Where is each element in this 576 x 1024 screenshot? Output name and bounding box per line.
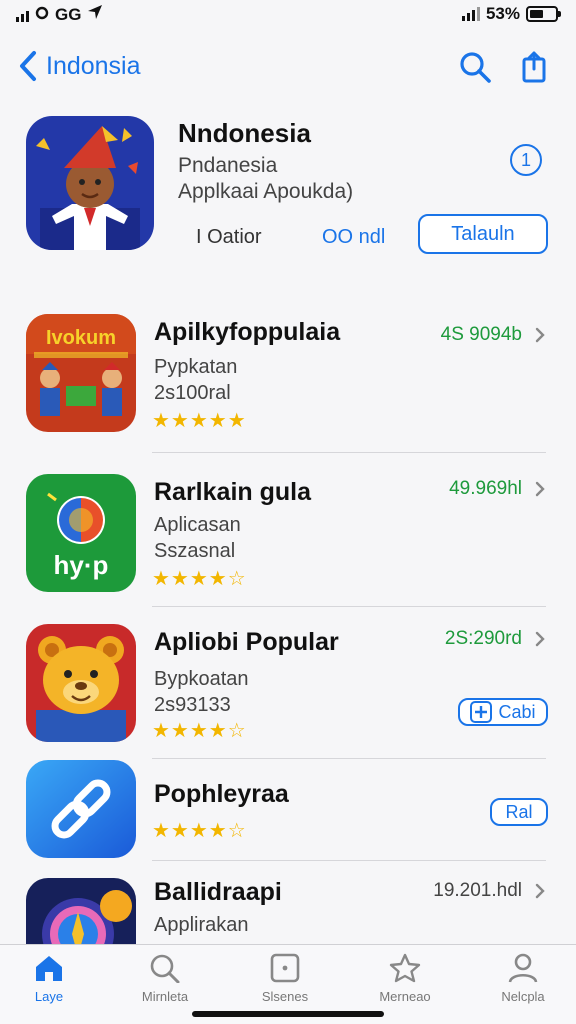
- app-rating-stars: ★★★★☆: [152, 720, 247, 742]
- compass-app-icon[interactable]: [26, 878, 136, 944]
- app-price: 19.201.hdl: [433, 880, 522, 901]
- tab-label: Merneao: [379, 989, 431, 1004]
- home-icon: [36, 956, 62, 981]
- get-button[interactable]: Talauln: [418, 214, 548, 254]
- cellular-icon: [461, 7, 480, 21]
- featured-app-title: Nndonesia: [178, 118, 311, 148]
- wifi-icon: [35, 5, 49, 25]
- list-item[interactable]: hy·p Rarlkain gula Aplicasan Sszasnal ★★…: [0, 474, 576, 624]
- search-icon: [150, 954, 180, 983]
- person-icon: [508, 953, 538, 983]
- featured-app-icon[interactable]: [26, 116, 154, 250]
- ivokum-logo-text: Ivokum: [46, 327, 116, 349]
- divider: [152, 606, 546, 607]
- app-name: Pophleyraa: [154, 780, 289, 808]
- location-icon: [87, 4, 103, 25]
- tab-label: Slsenes: [261, 989, 309, 1004]
- divider: [152, 758, 546, 759]
- divider: [152, 452, 546, 453]
- app-price: 2S:290rd: [444, 628, 522, 649]
- featured-app-rank: OO ndl: [322, 226, 386, 248]
- app-category: Pypkatan: [154, 356, 238, 378]
- star-icon: [389, 953, 421, 983]
- share-button[interactable]: [520, 50, 550, 89]
- tab-scenes[interactable]: Slsenes: [240, 953, 330, 1004]
- nav-bar: Indonsia: [0, 44, 576, 92]
- hyp-logo-text: hy·p: [54, 550, 109, 580]
- search-button[interactable]: [458, 50, 492, 89]
- add-button[interactable]: Cabi: [458, 698, 548, 726]
- app-name: Apilkyfoppulaia: [154, 318, 341, 346]
- link-app-icon[interactable]: [26, 760, 136, 858]
- square-icon: [270, 953, 300, 983]
- app-meta: 2s93133: [154, 694, 231, 716]
- tab-label: Nelcpla: [501, 989, 545, 1004]
- featured-app[interactable]: Nndonesia Pndanesia Applkaai Apoukda) 1 …: [0, 112, 576, 262]
- chevron-right-icon: [535, 327, 545, 343]
- bear-app-icon[interactable]: [26, 624, 136, 742]
- featured-app-category: Applkaai Apoukda): [178, 180, 354, 203]
- tab-home[interactable]: Laye: [4, 953, 94, 1004]
- chevron-right-icon: [535, 883, 545, 899]
- app-rating-stars: ★★★★★: [152, 410, 247, 432]
- tab-label: Laye: [34, 989, 64, 1004]
- list-item[interactable]: Apliobi Popular Bypkoatan 2s93133 ★★★★☆ …: [0, 624, 576, 774]
- tab-profile[interactable]: Nelcpla: [478, 953, 568, 1004]
- app-category: Applirakan: [154, 914, 249, 936]
- app-name: Apliobi Popular: [154, 628, 339, 656]
- battery-icon: [526, 6, 561, 22]
- ral-button[interactable]: Ral: [490, 798, 548, 826]
- tab-label: Mirnleta: [141, 989, 189, 1004]
- carrier-label: GG: [55, 4, 82, 24]
- home-indicator: [192, 1011, 384, 1017]
- share-icon: [522, 51, 546, 83]
- tab-search[interactable]: Mirnleta: [120, 953, 210, 1004]
- app-meta: 2s100ral: [154, 382, 231, 404]
- tab-favorites[interactable]: Merneao: [360, 953, 450, 1004]
- hyp-app-icon[interactable]: hy·p: [26, 474, 136, 592]
- rank-badge: 1: [510, 144, 542, 176]
- signal-icon: [16, 8, 29, 22]
- plus-icon: [470, 701, 493, 723]
- app-rating-stars: ★★★★☆: [152, 820, 247, 842]
- divider: [152, 860, 546, 861]
- list-item[interactable]: Ballidraapi Applirakan 19.201.hdl: [0, 876, 576, 944]
- app-meta: Sszasnal: [154, 540, 236, 562]
- app-name: Ballidraapi: [154, 878, 282, 906]
- status-bar: GG 53%: [0, 0, 576, 30]
- app-price: 4S 9094b: [440, 324, 522, 345]
- back-button[interactable]: Indonsia: [18, 50, 141, 82]
- app-price: 49.969hl: [449, 478, 522, 499]
- app-name: Rarlkain gula: [154, 478, 311, 506]
- app-category: Aplicasan: [154, 514, 241, 536]
- back-label: Indonsia: [46, 51, 141, 80]
- app-category: Bypkoatan: [154, 668, 249, 690]
- battery-percent: 53%: [485, 4, 520, 23]
- chevron-right-icon: [535, 631, 545, 647]
- featured-app-rating-label: I Oatior: [196, 226, 262, 248]
- add-button-label: Cabi: [498, 701, 536, 722]
- chevron-left-icon: [20, 51, 36, 81]
- app-rating-stars: ★★★★☆: [152, 568, 247, 590]
- chevron-right-icon: [535, 481, 545, 497]
- featured-app-subtitle: Pndanesia: [178, 154, 278, 177]
- ivokum-app-icon[interactable]: Ivokum: [26, 314, 136, 432]
- list-item[interactable]: Ivokum Apilkyfoppulaia Pypkatan 2s100ral…: [0, 314, 576, 464]
- search-icon: [460, 52, 491, 83]
